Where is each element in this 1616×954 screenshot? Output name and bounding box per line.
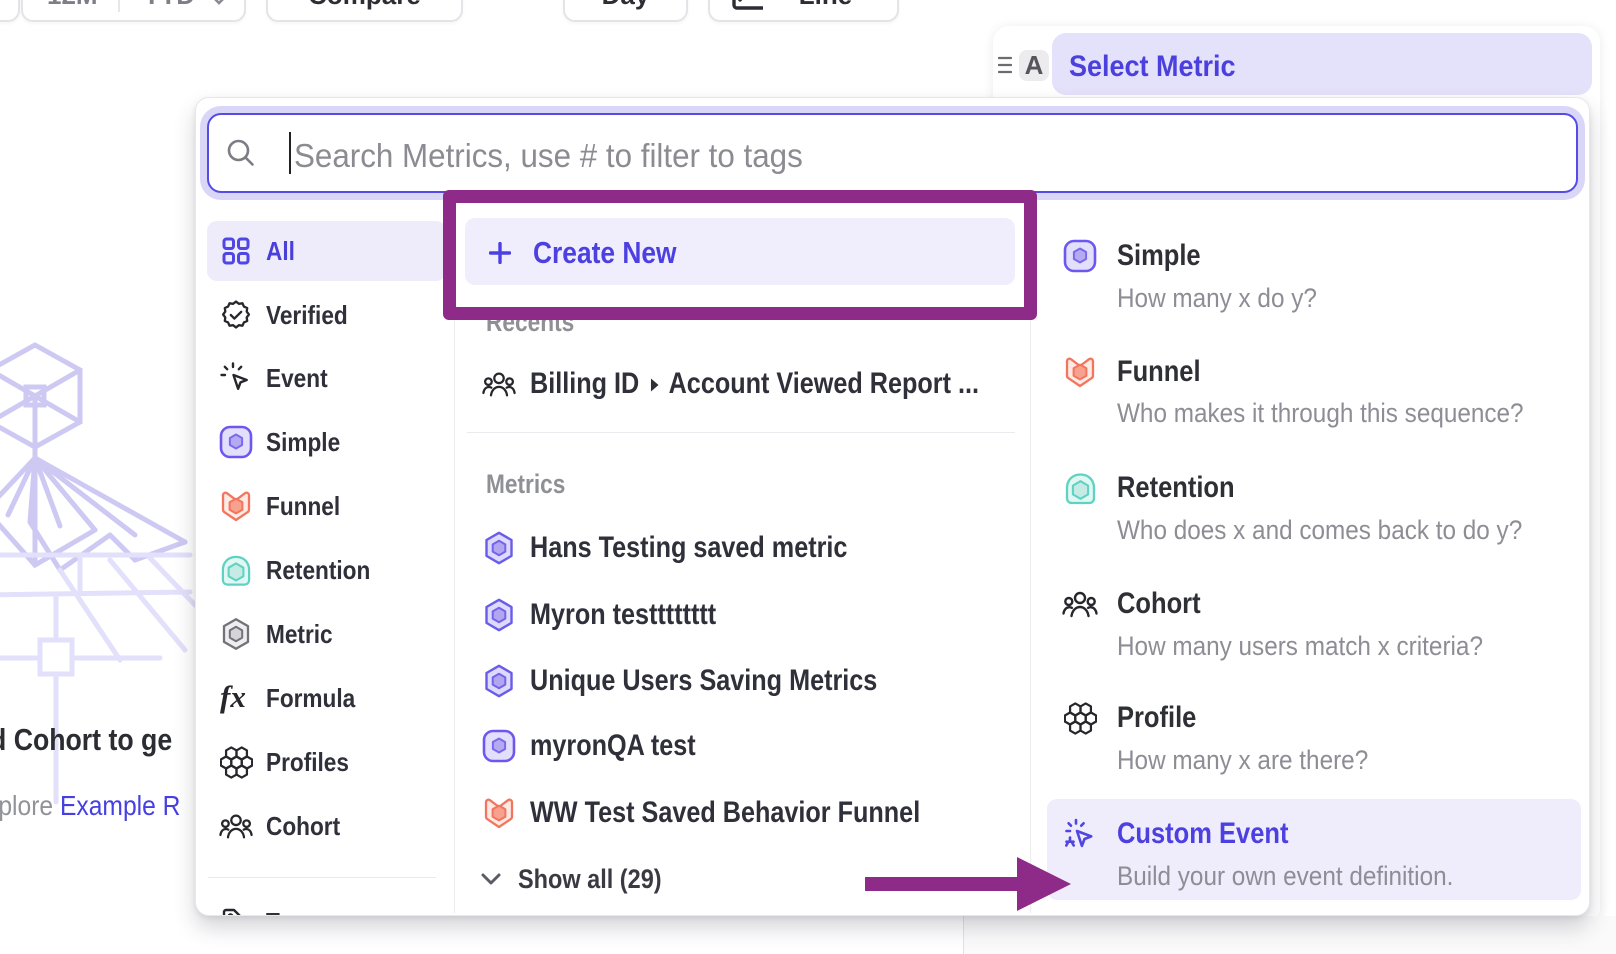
svg-text:fx: fx — [220, 681, 246, 714]
